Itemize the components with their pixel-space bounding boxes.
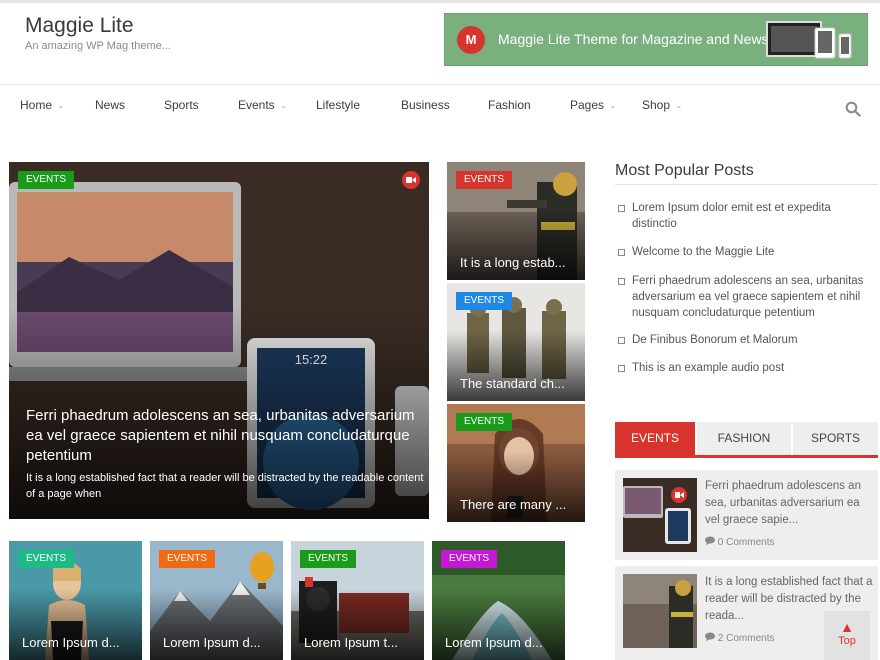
nav-item-lifestyle[interactable]: Lifestyle bbox=[316, 98, 360, 112]
banner-logo-icon: M bbox=[457, 26, 485, 54]
nav-item-shop[interactable]: Shop ⌄ bbox=[642, 98, 683, 112]
post-excerpt[interactable]: Ferri phaedrum adolescens an sea, urbani… bbox=[705, 478, 873, 529]
back-to-top-label: Top bbox=[838, 635, 856, 647]
widget-divider bbox=[615, 184, 878, 185]
category-tag[interactable]: EVENTS bbox=[456, 292, 513, 310]
category-tag[interactable]: EVENTS bbox=[300, 550, 357, 568]
popular-post-item[interactable]: Ferri phaedrum adolescens an sea, urbani… bbox=[618, 273, 870, 321]
category-post[interactable]: EVENTS Lorem Ipsum d... bbox=[150, 541, 283, 660]
featured-side-post[interactable]: EVENTS It is a long estab... bbox=[447, 162, 585, 280]
tab-fashion[interactable]: FASHION bbox=[697, 422, 791, 455]
nav-item-home[interactable]: Home ⌄ bbox=[20, 98, 65, 112]
post-title[interactable]: Lorem Ipsum d... bbox=[163, 635, 275, 650]
popular-post-item[interactable]: Lorem Ipsum dolor emit est et expedita d… bbox=[618, 200, 870, 232]
arrow-up-icon: ▲ bbox=[840, 619, 854, 635]
nav-item-events[interactable]: Events ⌄ bbox=[238, 98, 287, 112]
nav-item-news[interactable]: News bbox=[95, 98, 125, 112]
category-tag[interactable]: EVENTS bbox=[456, 413, 513, 431]
featured-side-post[interactable]: EVENTS There are many ... bbox=[447, 404, 585, 522]
category-post[interactable]: EVENTS Lorem Ipsum d... bbox=[9, 541, 142, 660]
popular-post-item[interactable]: Welcome to the Maggie Lite bbox=[618, 244, 870, 260]
square-bullet-icon bbox=[618, 205, 625, 212]
nav-item-sports[interactable]: Sports bbox=[164, 98, 199, 112]
back-to-top-button[interactable]: ▲ Top bbox=[824, 611, 870, 660]
chevron-down-icon: ⌄ bbox=[279, 100, 288, 110]
top-border bbox=[0, 0, 880, 3]
featured-side-post[interactable]: EVENTS The standard ch... bbox=[447, 283, 585, 401]
square-bullet-icon bbox=[618, 249, 625, 256]
chevron-down-icon: ⌄ bbox=[609, 100, 617, 110]
nav-item-business[interactable]: Business bbox=[401, 98, 450, 112]
nav-item-pages[interactable]: Pages ⌄ bbox=[570, 98, 617, 112]
post-title[interactable]: Lorem Ipsum t... bbox=[304, 635, 416, 650]
tab-sports[interactable]: SPORTS bbox=[793, 422, 878, 455]
banner-text: Maggie Lite Theme for Magazine and News bbox=[498, 31, 769, 47]
square-bullet-icon bbox=[618, 365, 625, 372]
chevron-down-icon: ⌄ bbox=[675, 100, 683, 110]
header-banner[interactable]: M Maggie Lite Theme for Magazine and New… bbox=[444, 13, 868, 66]
main-navigation: Home ⌄ News Sports Events ⌄ Lifestyle Busi… bbox=[0, 85, 880, 127]
nav-item-fashion[interactable]: Fashion bbox=[488, 98, 531, 112]
category-tag[interactable]: EVENTS bbox=[18, 171, 75, 189]
category-post[interactable]: EVENTS Lorem Ipsum d... bbox=[432, 541, 565, 660]
search-icon[interactable] bbox=[845, 101, 861, 117]
post-title[interactable]: It is a long estab... bbox=[460, 255, 577, 270]
site-title[interactable]: Maggie Lite bbox=[25, 14, 134, 38]
post-title[interactable]: Ferri phaedrum adolescens an sea, urbani… bbox=[26, 406, 416, 466]
tab-events[interactable]: EVENTS bbox=[615, 422, 695, 455]
tabs-underline bbox=[615, 455, 878, 458]
tab-post-item[interactable]: Ferri phaedrum adolescens an sea, urbani… bbox=[623, 470, 873, 552]
video-icon bbox=[402, 171, 420, 189]
category-tag[interactable]: EVENTS bbox=[18, 550, 75, 568]
comment-count[interactable]: 2 Comments bbox=[705, 632, 774, 644]
post-thumbnail bbox=[623, 478, 697, 552]
square-bullet-icon bbox=[618, 337, 625, 344]
site-tagline: An amazing WP Mag theme... bbox=[25, 40, 171, 52]
category-tag[interactable]: EVENTS bbox=[159, 550, 216, 568]
category-tag[interactable]: EVENTS bbox=[456, 171, 513, 189]
comment-count[interactable]: 0 Comments bbox=[705, 536, 774, 548]
devices-icon bbox=[766, 21, 852, 59]
post-title[interactable]: Lorem Ipsum d... bbox=[445, 635, 557, 650]
square-bullet-icon bbox=[618, 278, 625, 285]
chevron-down-icon: ⌄ bbox=[57, 100, 65, 110]
category-post[interactable]: EVENTS Lorem Ipsum t... bbox=[291, 541, 424, 660]
popular-post-item[interactable]: This is an example audio post bbox=[618, 360, 870, 376]
popular-post-item[interactable]: De Finibus Bonorum et Malorum bbox=[618, 332, 870, 348]
post-excerpt: It is a long established fact that a rea… bbox=[26, 472, 424, 500]
comments-icon bbox=[705, 632, 715, 641]
category-tag[interactable]: EVENTS bbox=[441, 550, 498, 568]
post-thumbnail bbox=[623, 574, 697, 648]
category-tabs: EVENTS FASHION SPORTS bbox=[615, 422, 878, 458]
post-title[interactable]: There are many ... bbox=[460, 497, 577, 512]
featured-main-post[interactable]: 15:22 EVENTS Ferri phaedrum adolescens a… bbox=[9, 162, 429, 519]
post-title[interactable]: Lorem Ipsum d... bbox=[22, 635, 134, 650]
comments-icon bbox=[705, 536, 715, 545]
widget-title: Most Popular Posts bbox=[615, 162, 754, 179]
post-title[interactable]: The standard ch... bbox=[460, 376, 577, 391]
